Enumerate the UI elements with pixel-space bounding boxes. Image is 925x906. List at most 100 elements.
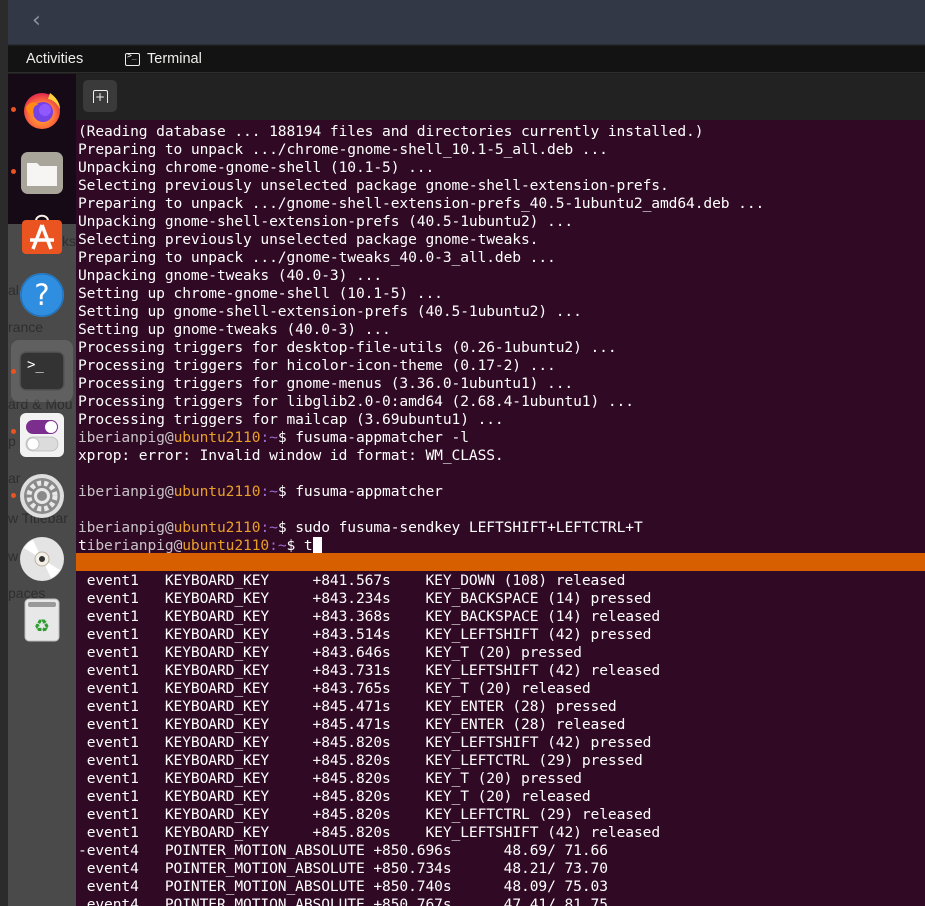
prompt-dollar: $ <box>286 537 304 553</box>
prompt-user: iberianpig <box>78 519 165 536</box>
event-log-line: event1 KEYBOARD_KEY +841.567s KEY_DOWN (… <box>78 572 925 590</box>
event-device: event4 <box>86 878 139 895</box>
event-time: +845.820s <box>312 806 391 823</box>
event-time: +845.820s <box>312 752 391 769</box>
terminal-icon <box>125 51 140 66</box>
dock-item-files[interactable] <box>18 149 66 197</box>
dock-item-help[interactable]: ? <box>18 271 66 319</box>
event-device: event1 <box>86 590 139 607</box>
running-indicator <box>11 169 16 174</box>
event-detail: KEY_LEFTCTRL (29) pressed <box>425 752 643 769</box>
event-lead <box>78 788 87 805</box>
prompt-colon: : <box>260 519 270 536</box>
prompt-colon: : <box>269 537 278 553</box>
event-lead <box>78 590 87 607</box>
running-indicator <box>11 429 16 434</box>
prompt-at: @ <box>164 519 174 536</box>
dock-item-tweaks[interactable] <box>18 411 66 459</box>
event-device: event4 <box>86 860 139 877</box>
help-icon: ? <box>20 273 64 317</box>
terminal-pane-bottom[interactable]: event1 KEYBOARD_KEY +841.567s KEY_DOWN (… <box>76 571 925 906</box>
prompt-path: ~ <box>277 537 287 553</box>
pane-divider[interactable] <box>76 553 925 571</box>
terminal-output-line: Preparing to unpack .../gnome-tweaks_40.… <box>78 249 556 266</box>
event-detail: 47.41/ 81.75 <box>503 896 608 906</box>
event-detail: KEY_LEFTSHIFT (42) released <box>425 824 661 841</box>
event-device: event4 <box>86 896 139 906</box>
new-tab-button[interactable]: + <box>83 80 117 112</box>
event-type: KEYBOARD_KEY <box>164 716 270 733</box>
prompt-user: iberianpig <box>78 483 165 500</box>
chevron-left-icon[interactable]: ‹ <box>32 8 41 33</box>
event-device: event1 <box>86 806 139 823</box>
event-time: +843.514s <box>312 626 391 643</box>
dock-item-trash[interactable]: ♻ <box>18 596 66 644</box>
terminal-pane-top[interactable]: (Reading database ... 188194 files and d… <box>76 120 925 553</box>
event-log-line: event1 KEYBOARD_KEY +845.820s KEY_T (20)… <box>78 788 925 806</box>
terminal-command: t <box>303 537 313 553</box>
prompt-dollar: $ <box>277 429 296 446</box>
terminal-output-line: Processing triggers for hicolor-icon-the… <box>78 357 556 374</box>
dock-item-firefox[interactable] <box>18 85 66 133</box>
event-type: KEYBOARD_KEY <box>164 734 270 751</box>
event-detail: KEY_LEFTSHIFT (42) pressed <box>425 734 652 751</box>
event-time: +845.471s <box>312 698 391 715</box>
event-detail: KEY_DOWN (108) released <box>425 572 626 589</box>
svg-text:?: ? <box>34 278 49 312</box>
event-detail: KEY_T (20) pressed <box>425 644 582 661</box>
terminal-output-line: Setting up chrome-gnome-shell (10.1-5) .… <box>78 285 443 302</box>
event-time: +843.731s <box>312 662 391 679</box>
terminal-prompt-line: iberianpig@ubuntu2110:~$ sudo fusuma-sen… <box>78 519 925 537</box>
event-detail: KEY_LEFTSHIFT (42) released <box>425 662 661 679</box>
prompt-host: ubuntu2110 <box>173 429 261 446</box>
event-device: event1 <box>86 608 139 625</box>
event-detail: KEY_BACKSPACE (14) released <box>425 608 661 625</box>
prompt-path: ~ <box>269 519 278 536</box>
event-type: KEYBOARD_KEY <box>164 590 270 607</box>
app-menu-button[interactable]: Terminal <box>125 51 202 67</box>
svg-text:♻: ♻ <box>34 616 50 637</box>
event-device: event1 <box>86 626 139 643</box>
event-type: KEYBOARD_KEY <box>164 698 270 715</box>
event-time: +850.696s <box>373 842 452 859</box>
event-detail: KEY_T (20) pressed <box>425 770 582 787</box>
event-type: KEYBOARD_KEY <box>164 662 270 679</box>
firefox-icon <box>24 93 60 129</box>
event-time: +845.820s <box>312 770 391 787</box>
event-log-line: event1 KEYBOARD_KEY +843.646s KEY_T (20)… <box>78 644 925 662</box>
event-type: KEYBOARD_KEY <box>164 752 270 769</box>
terminal-output-line: Unpacking gnome-shell-extension-prefs (4… <box>78 213 574 230</box>
dock-item-settings[interactable] <box>18 472 66 520</box>
event-log-line: event1 KEYBOARD_KEY +845.820s KEY_LEFTCT… <box>78 752 925 770</box>
dock-item-optical-disc[interactable] <box>18 535 66 583</box>
event-lead <box>78 878 87 895</box>
event-type: POINTER_MOTION_ABSOLUTE <box>164 842 365 859</box>
event-lead: - <box>78 842 87 859</box>
event-type: POINTER_MOTION_ABSOLUTE <box>164 860 365 877</box>
event-device: event1 <box>86 644 139 661</box>
dock-item-terminal[interactable]: >_ <box>11 340 73 402</box>
running-indicator <box>11 493 16 498</box>
event-type: KEYBOARD_KEY <box>164 770 270 787</box>
event-type: KEYBOARD_KEY <box>164 824 270 841</box>
event-type: KEYBOARD_KEY <box>164 680 270 697</box>
prompt-at: @ <box>164 483 174 500</box>
event-device: event1 <box>86 752 139 769</box>
trash-icon: ♻ <box>24 598 60 642</box>
event-device: event4 <box>86 842 139 859</box>
files-icon <box>21 152 63 194</box>
dock-item-ubuntu-software[interactable] <box>18 210 66 258</box>
event-detail: KEY_T (20) released <box>425 788 591 805</box>
event-device: event1 <box>86 680 139 697</box>
terminal-output-line: Setting up gnome-shell-extension-prefs (… <box>78 303 582 320</box>
event-lead <box>78 698 87 715</box>
terminal-prompt-line: tiberianpig@ubuntu2110:~$ t <box>78 537 925 553</box>
terminal-prompt-line: iberianpig@ubuntu2110:~$ fusuma-appmatch… <box>78 429 925 447</box>
prompt-colon: : <box>260 429 270 446</box>
event-device: event1 <box>86 698 139 715</box>
activities-button[interactable]: Activities <box>26 51 83 67</box>
prompt-host: ubuntu2110 <box>182 537 270 553</box>
event-detail: 48.69/ 71.66 <box>503 842 608 859</box>
terminal-command: fusuma-appmatcher -l <box>295 429 469 446</box>
